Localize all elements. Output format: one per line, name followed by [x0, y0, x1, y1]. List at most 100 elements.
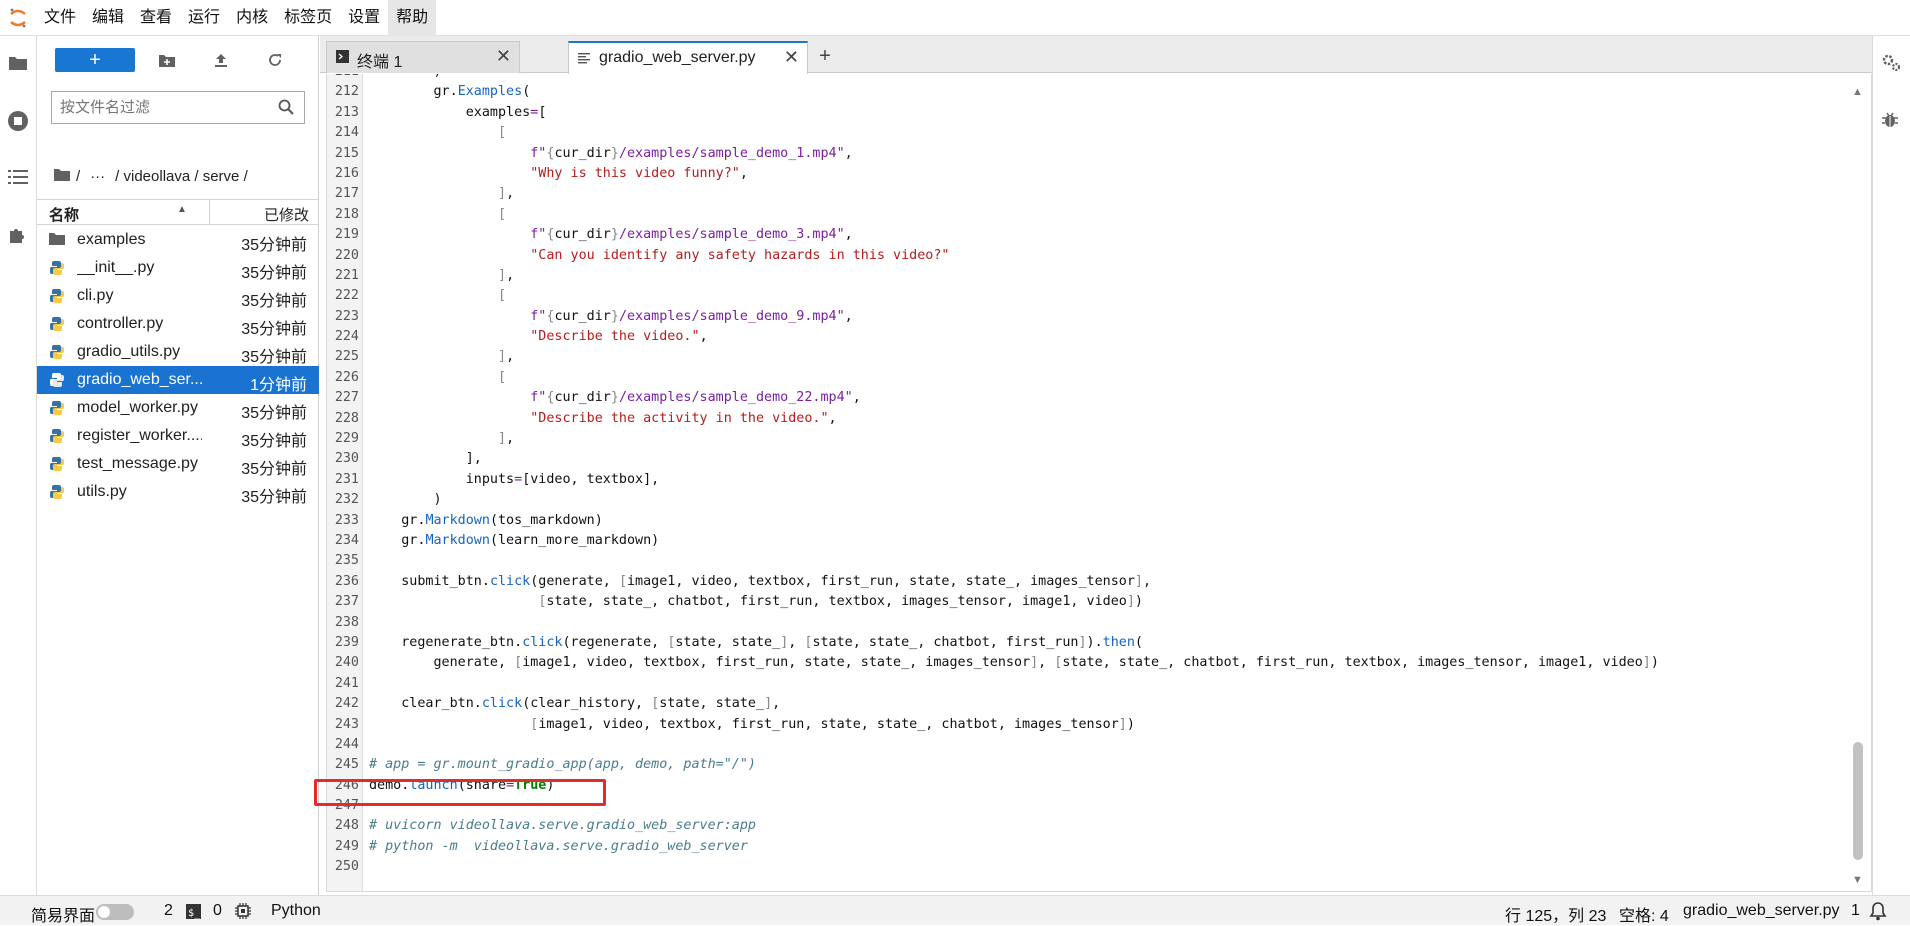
code-line[interactable]: 228 "Describe the activity in the video.…	[327, 409, 1847, 429]
code-line[interactable]: 215 f"{cur_dir}/examples/sample_demo_1.m…	[327, 144, 1847, 164]
code-line[interactable]: 244	[327, 735, 1847, 755]
code-line[interactable]: 249 # python -m videollava.serve.gradio_w…	[327, 837, 1847, 857]
code-text[interactable]: examples=[	[369, 103, 547, 123]
breadcrumb-home-icon[interactable]	[54, 168, 70, 185]
file-row[interactable]: gradio_utils.py 35分钟前	[37, 338, 319, 366]
simple-mode-toggle[interactable]	[96, 904, 134, 920]
code-text[interactable]: f"{cur_dir}/examples/sample_demo_22.mp4"…	[369, 388, 861, 408]
editor-scrollbar[interactable]: ▲ ▼	[1850, 86, 1866, 886]
code-line[interactable]: 224 "Describe the video.",	[327, 327, 1847, 347]
code-line[interactable]: 226 [	[327, 368, 1847, 388]
code-text[interactable]: gr.Markdown(learn_more_markdown)	[369, 531, 659, 551]
code-line[interactable]: 221 ],	[327, 266, 1847, 286]
code-text[interactable]: [image1, video, textbox, first_run, stat…	[369, 715, 1135, 735]
code-line[interactable]: 237 [state, state_, chatbot, first_run, …	[327, 592, 1847, 612]
code-text[interactable]: regenerate_btn.click(regenerate, [state,…	[369, 633, 1143, 653]
code-content[interactable]: 211 )212 gr.Examples(213 examples=[214 […	[327, 74, 1847, 878]
code-line[interactable]: 231 inputs=[video, textbox],	[327, 470, 1847, 490]
close-icon[interactable]: ✕	[784, 47, 799, 68]
code-line[interactable]: 225 ],	[327, 347, 1847, 367]
terminal-status-icon[interactable]: $_	[186, 904, 201, 924]
file-row[interactable]: model_worker.py 35分钟前	[37, 394, 319, 422]
code-text[interactable]: # app = gr.mount_gradio_app(app, demo, p…	[369, 755, 756, 775]
code-line[interactable]: 239 regenerate_btn.click(regenerate, [st…	[327, 633, 1847, 653]
menu-view[interactable]: 查看	[132, 0, 180, 36]
code-text[interactable]: )	[369, 74, 441, 82]
code-line[interactable]: 222 [	[327, 286, 1847, 306]
code-text[interactable]: f"{cur_dir}/examples/sample_demo_1.mp4",	[369, 144, 852, 164]
running-sessions-icon[interactable]	[5, 108, 31, 134]
code-text[interactable]: ],	[369, 266, 514, 286]
code-line[interactable]: 217 ],	[327, 184, 1847, 204]
code-text[interactable]: inputs=[video, textbox],	[369, 470, 660, 490]
upload-icon[interactable]	[209, 48, 233, 72]
file-row[interactable]: utils.py 35分钟前	[37, 478, 319, 506]
code-text[interactable]: ],	[369, 184, 514, 204]
code-line[interactable]: 248 # uvicorn videollava.serve.gradio_web…	[327, 816, 1847, 836]
code-text[interactable]: [	[369, 286, 506, 306]
code-line[interactable]: 219 f"{cur_dir}/examples/sample_demo_3.m…	[327, 225, 1847, 245]
code-text[interactable]: generate, [image1, video, textbox, first…	[369, 653, 1658, 673]
column-name-header[interactable]: 名称	[49, 204, 79, 225]
code-line[interactable]: 234 gr.Markdown(learn_more_markdown)	[327, 531, 1847, 551]
code-line[interactable]: 229 ],	[327, 429, 1847, 449]
code-line[interactable]: 245 # app = gr.mount_gradio_app(app, demo…	[327, 755, 1847, 775]
file-row[interactable]: controller.py 35分钟前	[37, 310, 319, 338]
code-text[interactable]: ],	[369, 429, 514, 449]
breadcrumb-path[interactable]: / videollava / serve /	[115, 168, 248, 185]
new-folder-icon[interactable]	[155, 48, 179, 72]
code-editor[interactable]: 211 )212 gr.Examples(213 examples=[214 […	[326, 74, 1872, 892]
tab-gradio-web-server[interactable]: gradio_web_server.py ✕	[568, 41, 808, 74]
code-text[interactable]: f"{cur_dir}/examples/sample_demo_3.mp4",	[369, 225, 852, 245]
code-text[interactable]: [state, state_, chatbot, first_run, text…	[369, 592, 1143, 612]
code-text[interactable]: gr.Examples(	[369, 82, 530, 102]
file-row[interactable]: __init__.py 35分钟前	[37, 254, 319, 282]
code-text[interactable]: "Describe the activity in the video.",	[369, 409, 836, 429]
menu-tabs[interactable]: 标签页	[276, 0, 340, 36]
file-row[interactable]: examples 35分钟前	[37, 226, 319, 254]
code-text[interactable]: gr.Markdown(tos_markdown)	[369, 511, 603, 531]
code-text[interactable]: ],	[369, 347, 514, 367]
table-of-contents-icon[interactable]	[5, 164, 31, 190]
code-text[interactable]: ],	[369, 449, 482, 469]
column-modified-header[interactable]: 已修改	[264, 204, 309, 225]
code-text[interactable]: "Why is this video funny?",	[369, 164, 748, 184]
code-text[interactable]: f"{cur_dir}/examples/sample_demo_9.mp4",	[369, 307, 852, 327]
file-row[interactable]: cli.py 35分钟前	[37, 282, 319, 310]
code-line[interactable]: 233 gr.Markdown(tos_markdown)	[327, 511, 1847, 531]
scroll-down-arrow-icon[interactable]: ▼	[1852, 874, 1863, 886]
code-line[interactable]: 235	[327, 551, 1847, 571]
add-tab-button[interactable]: +	[812, 44, 838, 70]
code-line[interactable]: 242 clear_btn.click(clear_history, [stat…	[327, 694, 1847, 714]
kernel-chip-icon[interactable]	[235, 903, 251, 924]
menu-file[interactable]: 文件	[36, 0, 84, 36]
code-line[interactable]: 218 [	[327, 205, 1847, 225]
file-row[interactable]: test_message.py 35分钟前	[37, 450, 319, 478]
code-line[interactable]: 238	[327, 613, 1847, 633]
scroll-up-arrow-icon[interactable]: ▲	[1852, 86, 1863, 98]
code-line[interactable]: 232 )	[327, 490, 1847, 510]
new-launcher-button[interactable]: +	[55, 48, 135, 72]
indent-spaces[interactable]: 空格: 4	[1619, 902, 1669, 926]
property-inspector-gear-icon[interactable]	[1880, 52, 1904, 76]
code-line[interactable]: 227 f"{cur_dir}/examples/sample_demo_22.…	[327, 388, 1847, 408]
tab-terminal-1[interactable]: 终端 1 ✕	[326, 41, 520, 73]
breadcrumb-ellipsis[interactable]: ···	[90, 168, 105, 185]
folder-icon[interactable]	[5, 50, 31, 76]
code-line[interactable]: 216 "Why is this video funny?",	[327, 164, 1847, 184]
code-text[interactable]: "Describe the video.",	[369, 327, 707, 347]
code-text[interactable]: [	[369, 123, 506, 143]
code-text[interactable]: "Can you identify any safety hazards in …	[369, 246, 949, 266]
file-row[interactable]: gradio_web_ser... 1分钟前	[37, 366, 319, 394]
code-line[interactable]: 212 gr.Examples(	[327, 82, 1847, 102]
extension-icon[interactable]	[5, 222, 31, 248]
code-line[interactable]: 250	[327, 857, 1847, 877]
kernels-count[interactable]: 0	[213, 902, 222, 920]
code-line[interactable]: 220 "Can you identify any safety hazards…	[327, 246, 1847, 266]
code-text[interactable]: clear_btn.click(clear_history, [state, s…	[369, 694, 780, 714]
notifications-count[interactable]: 1	[1851, 902, 1860, 920]
code-text[interactable]: )	[369, 490, 441, 510]
menu-edit[interactable]: 编辑	[84, 0, 132, 36]
breadcrumb-root[interactable]: /	[76, 168, 80, 185]
code-line[interactable]: 214 [	[327, 123, 1847, 143]
